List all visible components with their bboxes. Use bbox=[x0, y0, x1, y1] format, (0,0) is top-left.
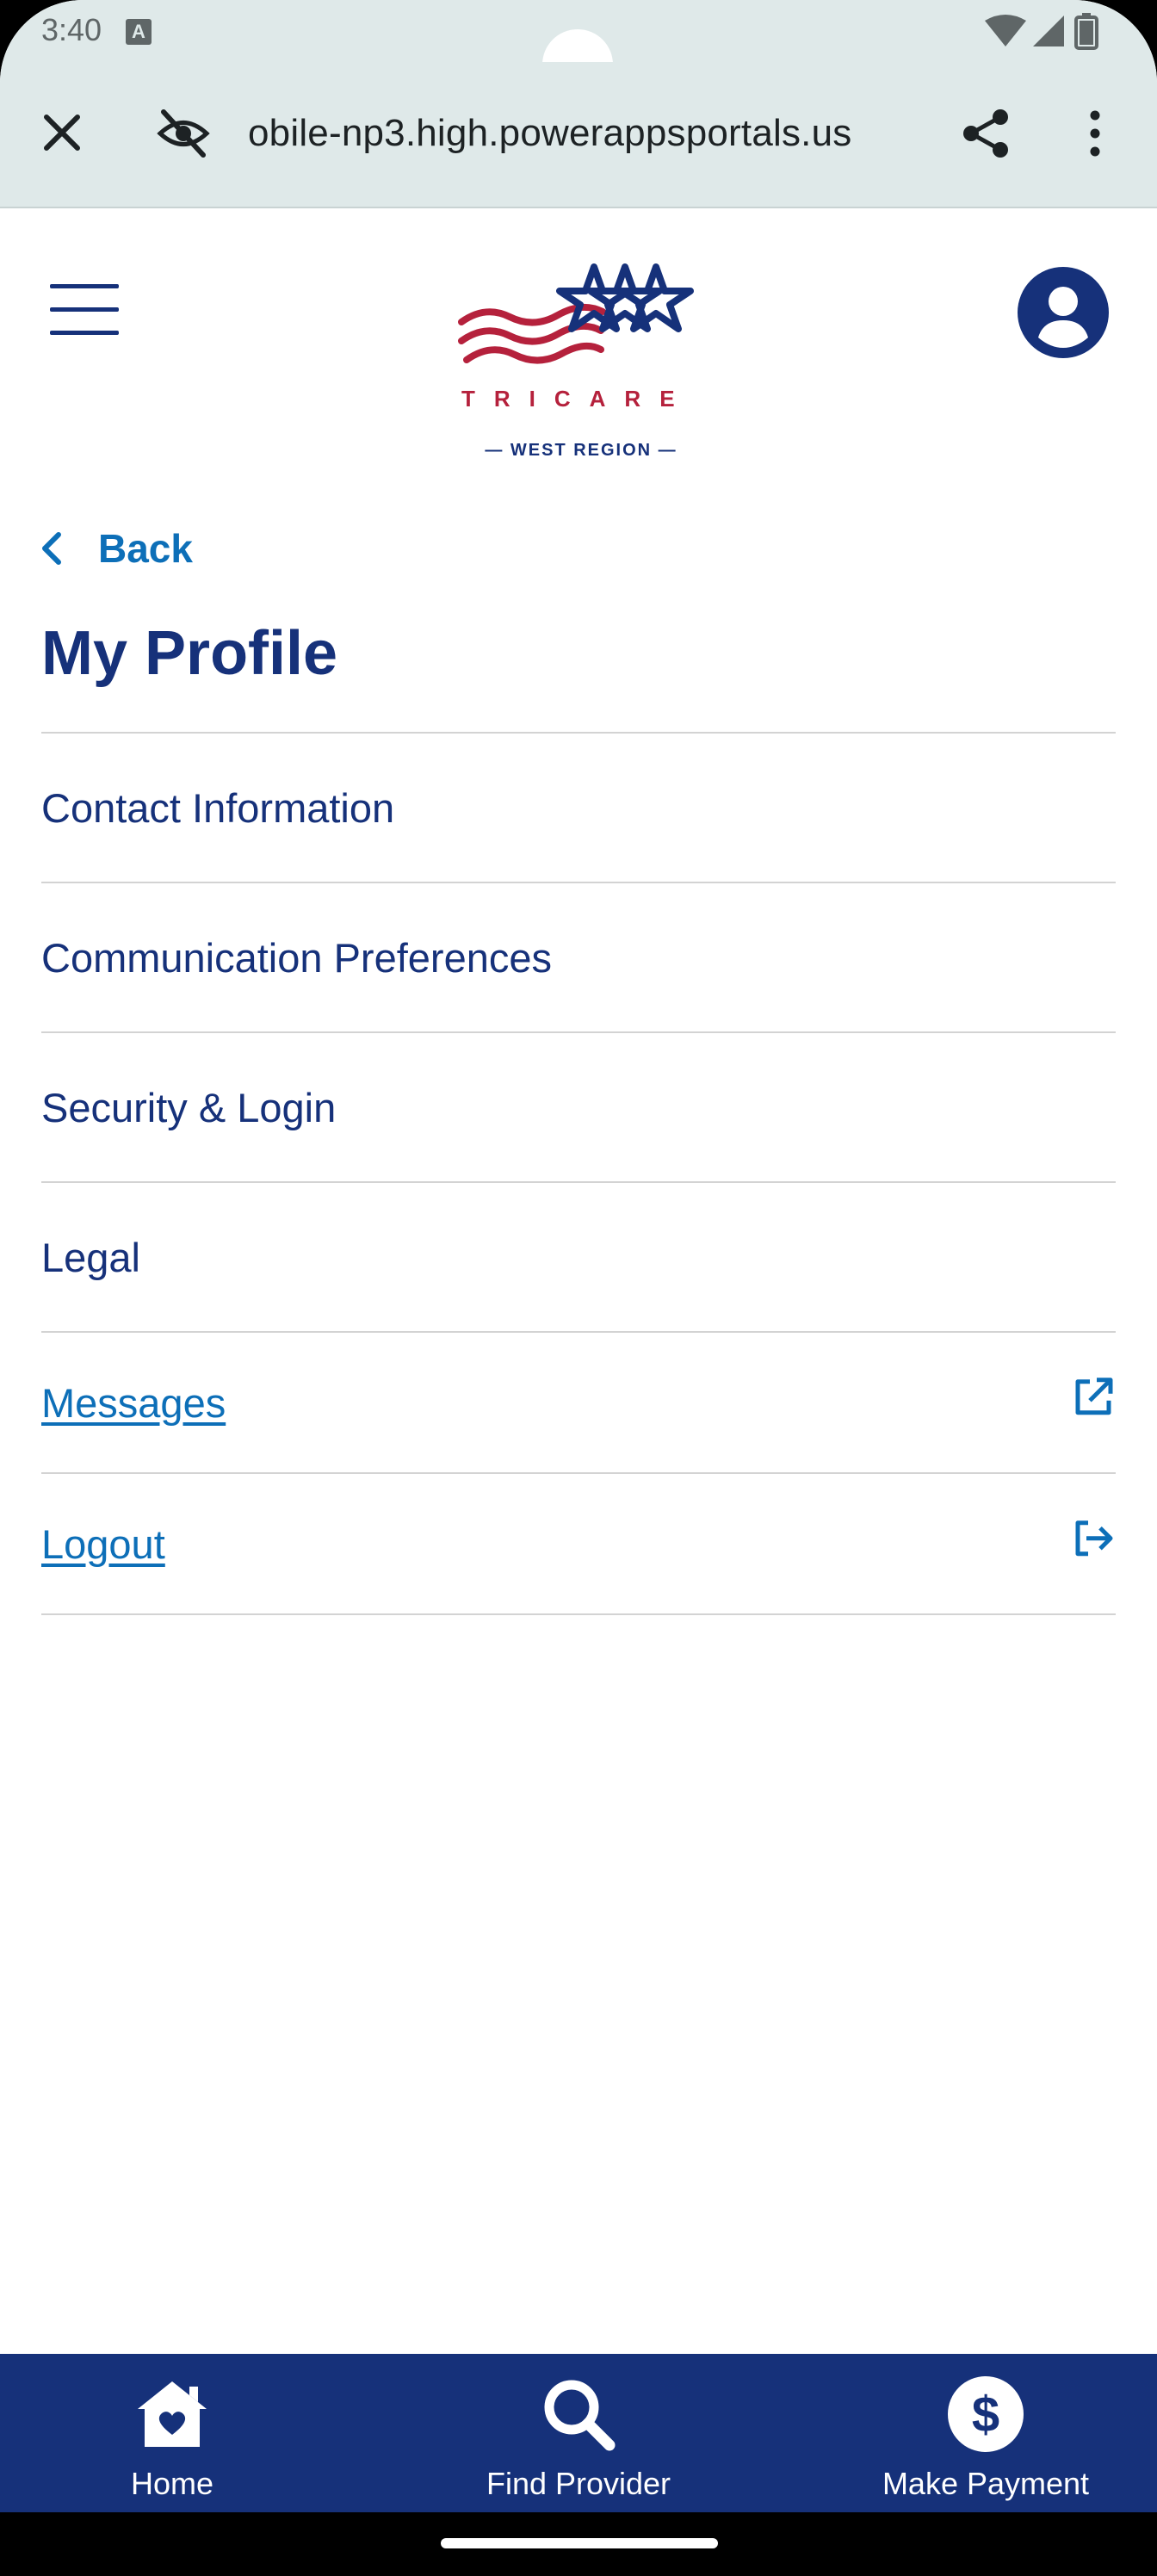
menu-item-security-login[interactable]: Security & Login bbox=[41, 1031, 1116, 1181]
logout-link[interactable]: Logout bbox=[41, 1520, 165, 1568]
menu-item-messages[interactable]: Messages bbox=[41, 1331, 1116, 1472]
signal-icon bbox=[1033, 15, 1064, 46]
url-bar[interactable]: obile-np3.high.powerappsportals.us bbox=[248, 112, 851, 155]
nav-make-payment[interactable]: $ Make Payment bbox=[861, 2354, 1111, 2512]
status-time: 3:40 bbox=[41, 12, 102, 47]
eye-off-icon[interactable] bbox=[157, 107, 210, 160]
page-title: My Profile bbox=[41, 619, 338, 688]
nav-home[interactable]: Home bbox=[86, 2354, 258, 2512]
chevron-left-icon bbox=[42, 532, 61, 565]
bottom-navigation: Home Find Provider $ Make Payment bbox=[0, 2354, 1157, 2512]
account-circle-icon[interactable] bbox=[1018, 267, 1109, 358]
menu-item-legal[interactable]: Legal bbox=[41, 1181, 1116, 1331]
nav-home-label: Home bbox=[130, 2466, 214, 2501]
menu-item-logout[interactable]: Logout bbox=[41, 1472, 1116, 1615]
nav-find-provider[interactable]: Find Provider bbox=[449, 2354, 708, 2512]
notification-a-icon: A bbox=[126, 19, 152, 45]
back-link[interactable]: Back bbox=[38, 525, 193, 572]
more-vert-icon[interactable] bbox=[1078, 107, 1112, 160]
nav-find-provider-label: Find Provider bbox=[486, 2466, 671, 2501]
logo-region-label: — WEST REGION — bbox=[485, 441, 677, 460]
messages-link[interactable]: Messages bbox=[41, 1379, 226, 1427]
wifi-icon bbox=[985, 15, 1026, 46]
battery-icon bbox=[1074, 13, 1098, 50]
back-label: Back bbox=[98, 526, 193, 571]
logo-wordmark: TRICARE bbox=[461, 386, 694, 412]
hamburger-menu-icon[interactable] bbox=[50, 284, 119, 337]
browser-toolbar: obile-np3.high.powerappsportals.us bbox=[0, 62, 1157, 208]
logo-emblem-icon bbox=[458, 263, 694, 364]
search-icon bbox=[544, 2380, 616, 2451]
status-icons bbox=[985, 13, 1098, 50]
device-screen: 3:40 A obile-np3.high.powerappsportals.u… bbox=[0, 0, 1157, 2576]
home-icon bbox=[138, 2381, 207, 2447]
close-icon[interactable] bbox=[38, 108, 86, 157]
external-link-icon bbox=[1075, 1378, 1113, 1415]
nav-make-payment-label: Make Payment bbox=[882, 2466, 1090, 2501]
dollar-circle-icon: $ bbox=[948, 2376, 1024, 2452]
svg-text:$: $ bbox=[972, 2387, 999, 2443]
menu-item-label: Security & Login bbox=[41, 1084, 337, 1130]
logout-icon bbox=[1075, 1520, 1113, 1557]
menu-item-label: Legal bbox=[41, 1234, 140, 1280]
menu-item-label: Communication Preferences bbox=[41, 934, 552, 981]
app-header: TRICARE — WEST REGION — bbox=[0, 208, 1157, 460]
profile-menu-list: Contact Information Communication Prefer… bbox=[41, 732, 1116, 1615]
gesture-handle[interactable] bbox=[441, 2538, 718, 2548]
menu-item-communication-preferences[interactable]: Communication Preferences bbox=[41, 882, 1116, 1031]
menu-item-label: Contact Information bbox=[41, 784, 395, 831]
menu-item-contact-information[interactable]: Contact Information bbox=[41, 732, 1116, 882]
gesture-navigation-area bbox=[0, 2512, 1157, 2576]
share-icon[interactable] bbox=[959, 107, 1012, 160]
tricare-logo[interactable]: TRICARE — WEST REGION — bbox=[456, 250, 706, 460]
